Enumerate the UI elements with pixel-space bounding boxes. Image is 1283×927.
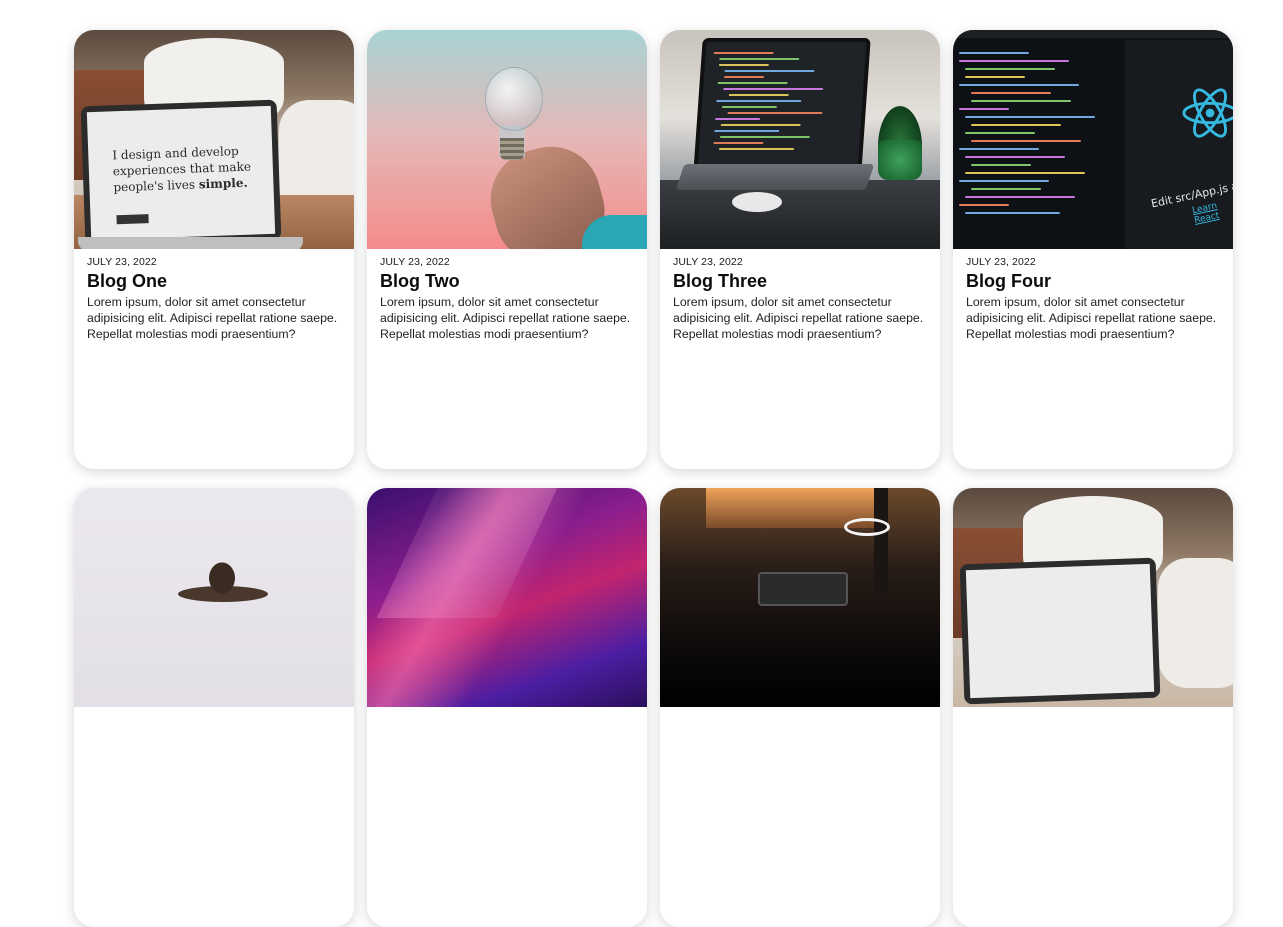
post-excerpt: Lorem ipsum, dolor sit amet consectetur … [380,295,631,341]
blog-card-5[interactable] [74,488,354,927]
bulb-base [500,138,524,160]
blog-four-image[interactable]: Edit src/App.js and s Learn React [953,30,1233,249]
blog-one-image[interactable]: I design and develop experiences that ma… [74,30,354,249]
laptop-screen-text: I design and develop experiences that ma… [112,143,252,195]
plant-pot [878,140,922,180]
screen-button [116,214,149,225]
blog-eight-image[interactable] [953,488,1233,707]
post-title[interactable]: Blog Three [673,270,927,292]
post-title[interactable]: Blog Four [966,270,1220,292]
blog-grid: I design and develop experiences that ma… [74,30,1234,927]
post-excerpt: Lorem ipsum, dolor sit amet consectetur … [966,295,1217,341]
post-date: JULY 23, 2022 [966,256,1036,268]
dancer-figure [192,554,252,614]
laptop-keyboard [78,237,303,249]
laptop-code-screen [693,38,871,174]
blog-two-image[interactable] [367,30,647,249]
blog-card-6[interactable] [367,488,647,927]
post-title[interactable]: Blog Two [380,270,634,292]
blog-seven-image[interactable] [660,488,940,707]
blog-card-7[interactable] [660,488,940,927]
blog-five-image[interactable] [74,488,354,707]
post-date: JULY 23, 2022 [673,256,743,268]
blog-three-image[interactable] [660,30,940,249]
mouse [732,192,782,212]
laptop [758,572,848,606]
light-streak [376,488,558,618]
editor-menubar [953,30,1233,38]
blog-card-4[interactable]: Edit src/App.js and s Learn React JULY 2… [953,30,1233,469]
post-excerpt: Lorem ipsum, dolor sit amet consectetur … [673,295,924,341]
blog-card-3[interactable]: JULY 23, 2022 Blog Three Lorem ipsum, do… [660,30,940,469]
post-date: JULY 23, 2022 [380,256,450,268]
blog-six-image[interactable] [367,488,647,707]
lamp-pole [874,488,888,598]
desk [660,180,940,249]
blog-card-1[interactable]: I design and develop experiences that ma… [74,30,354,469]
ring-light [844,518,890,536]
react-logo-icon [1182,88,1233,138]
blog-card-8[interactable] [953,488,1233,927]
laptop-screen: I design and develop experiences that ma… [80,99,282,247]
light-bulb [485,67,543,131]
post-title[interactable]: Blog One [87,270,341,292]
blog-card-2[interactable]: JULY 23, 2022 Blog Two Lorem ipsum, dolo… [367,30,647,469]
white-chair [1158,558,1233,688]
post-date: JULY 23, 2022 [87,256,157,268]
laptop-base [675,164,875,190]
post-excerpt: Lorem ipsum, dolor sit amet consectetur … [87,295,338,341]
laptop-screen [959,557,1161,705]
